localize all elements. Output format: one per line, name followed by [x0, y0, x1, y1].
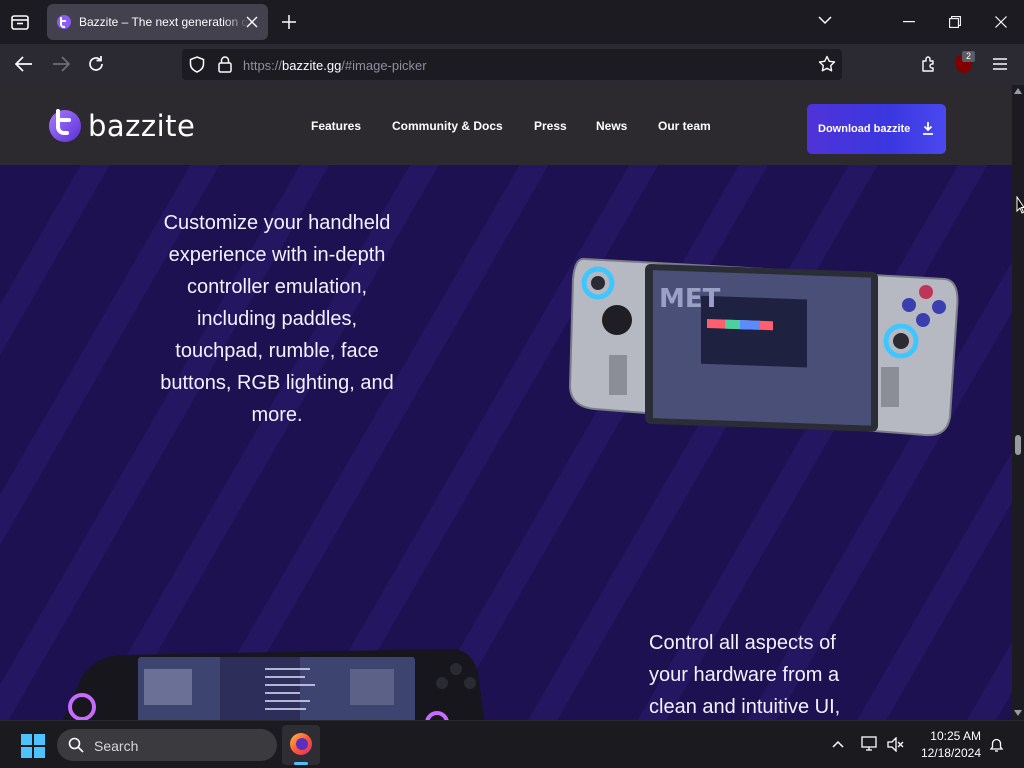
url-scheme: https://	[243, 58, 283, 73]
scroll-down-arrow-icon[interactable]	[1014, 710, 1022, 716]
feature-text-line: touchpad, rumble, face	[175, 340, 379, 362]
shield-icon[interactable]	[189, 56, 205, 73]
windows-start-icon[interactable]	[21, 734, 45, 758]
clock-date[interactable]: 12/18/2024	[918, 746, 981, 760]
close-window-icon[interactable]	[995, 16, 1007, 28]
url-path: /#image-picker	[341, 58, 427, 73]
extensions-puzzle-icon[interactable]	[920, 55, 938, 73]
url-host: bazzite.gg	[282, 58, 342, 73]
notification-bell-icon[interactable]	[989, 737, 1004, 753]
scrollbar-thumb[interactable]	[1015, 435, 1021, 455]
tab-strip: Bazzite – The next generation of Linux g…	[0, 0, 1024, 44]
feature-text-line: clean and intuitive UI,	[649, 696, 841, 718]
new-tab-icon[interactable]	[282, 15, 296, 29]
close-tab-icon[interactable]	[246, 16, 258, 28]
bazzite-logo[interactable]: bazzite	[47, 107, 207, 145]
download-icon	[923, 122, 933, 135]
lock-icon[interactable]	[218, 56, 232, 73]
feature-text-line: including paddles,	[196, 308, 358, 330]
nav-link-features[interactable]: Features	[311, 119, 361, 133]
minimize-window-icon[interactable]	[903, 21, 915, 23]
web-page: bazzite Features Community & Docs Press …	[0, 85, 1012, 720]
feature-text-line: controller emulation,	[186, 276, 368, 298]
back-arrow-icon[interactable]	[15, 56, 33, 72]
feature-text-line: Customize your handheld	[163, 212, 391, 234]
reload-icon[interactable]	[87, 55, 105, 73]
nav-link-press[interactable]: Press	[534, 119, 567, 133]
search-icon	[68, 737, 84, 753]
feature-text-line: more.	[251, 404, 303, 426]
show-hidden-icons-chevron-up-icon[interactable]	[832, 740, 844, 748]
forward-arrow-icon[interactable]	[52, 56, 70, 72]
volume-muted-icon[interactable]	[887, 737, 905, 752]
bazzite-favicon-icon	[57, 15, 71, 29]
feature-text-line: buttons, RGB lighting, and	[160, 372, 394, 394]
extension-badge: 2	[962, 51, 975, 62]
feature-section: Customize your handheld experience with …	[0, 165, 1012, 720]
url-text: https://bazzite.gg/#image-picker	[243, 58, 427, 73]
network-icon[interactable]	[861, 736, 879, 752]
handheld-device-image-2	[63, 649, 485, 720]
nav-link-our-team[interactable]: Our team	[658, 119, 711, 133]
feature-text-line: Control all aspects of	[649, 632, 836, 654]
download-button-label: Download bazzite	[818, 123, 911, 135]
list-all-tabs-chevron-down-icon[interactable]	[818, 15, 832, 25]
taskbar-search-box[interactable]: Search	[57, 729, 277, 761]
nav-link-news[interactable]: News	[596, 119, 627, 133]
hamburger-menu-icon[interactable]	[993, 58, 1007, 70]
feature-text-hardware: Control all aspects of your hardware fro…	[649, 627, 909, 720]
tab-title: Bazzite – The next generation of Linux g…	[79, 15, 249, 29]
download-bazzite-button[interactable]: Download bazzite	[807, 104, 946, 154]
device-screen-text: MET	[659, 284, 721, 314]
feature-text-controller: Customize your handheld experience with …	[136, 207, 418, 431]
restore-window-icon[interactable]	[949, 16, 961, 28]
page-scrollbar[interactable]	[1012, 85, 1024, 720]
scroll-up-arrow-icon[interactable]	[1014, 88, 1022, 94]
feature-text-line: your hardware from a	[649, 664, 840, 686]
bookmark-star-icon[interactable]	[818, 55, 836, 73]
firefox-taskbar-button[interactable]	[282, 725, 320, 765]
bazzite-logo-icon	[49, 109, 81, 142]
taskbar: Search 10:25 AM 12/18/2024	[0, 720, 1024, 768]
handheld-device-image: MET	[568, 257, 959, 437]
search-label: Search	[94, 738, 139, 754]
mouse-cursor-icon	[1016, 196, 1024, 214]
site-header: bazzite Features Community & Docs Press …	[0, 85, 1012, 165]
logo-wordmark: bazzite	[88, 109, 196, 143]
feature-text-line: experience with in-depth	[168, 244, 386, 266]
firefox-icon	[290, 733, 312, 755]
browser-tab[interactable]: Bazzite – The next generation of Linux g…	[47, 4, 268, 40]
clock-time[interactable]: 10:25 AM	[918, 729, 981, 743]
active-app-indicator	[294, 762, 308, 765]
nav-link-community-docs[interactable]: Community & Docs	[392, 119, 503, 133]
tab-list-icon[interactable]	[10, 12, 30, 32]
